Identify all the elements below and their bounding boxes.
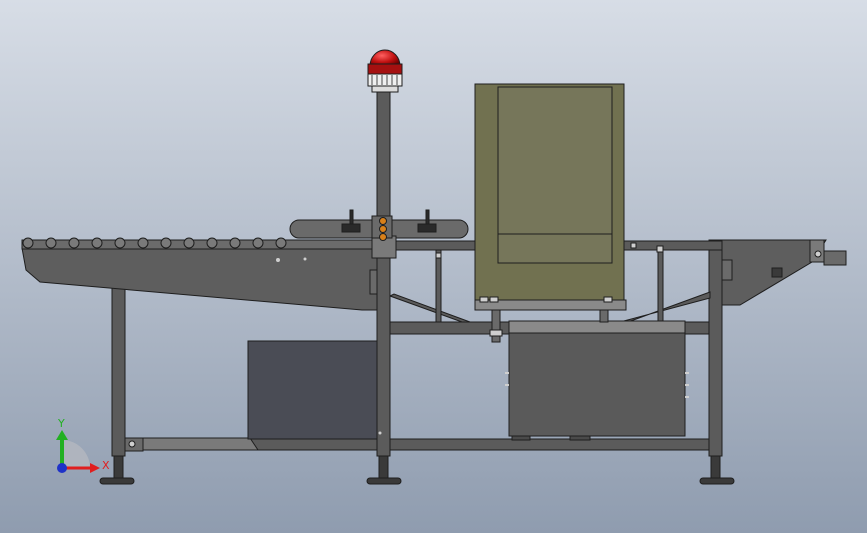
lower-bracket bbox=[124, 437, 259, 452]
machine-drawing: Y X bbox=[0, 0, 867, 533]
signal-beacon bbox=[367, 49, 403, 93]
cad-viewport[interactable]: Y X bbox=[0, 0, 867, 533]
leg-left bbox=[111, 287, 126, 457]
tie-rod-2 bbox=[657, 249, 664, 323]
y-axis-label: Y bbox=[57, 417, 65, 430]
z-axis-origin bbox=[57, 463, 67, 473]
control-box bbox=[247, 340, 381, 440]
leg-right bbox=[708, 239, 723, 457]
tie-rod-1 bbox=[435, 249, 442, 323]
reject-tank bbox=[505, 320, 689, 441]
cabinet-door bbox=[497, 86, 613, 264]
x-axis-label: X bbox=[102, 459, 110, 472]
beacon-mast bbox=[376, 91, 391, 457]
